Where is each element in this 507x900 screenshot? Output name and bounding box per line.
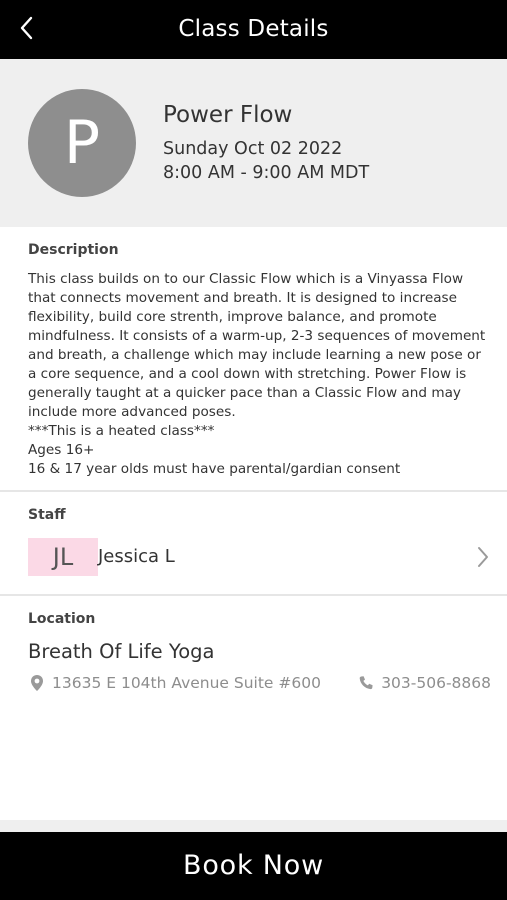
page-title: Class Details bbox=[178, 16, 329, 42]
class-avatar: P bbox=[28, 89, 136, 197]
phone-text: 303-506-8868 bbox=[381, 674, 491, 692]
staff-label: Staff bbox=[28, 507, 66, 523]
divider bbox=[0, 594, 507, 596]
class-date: Sunday Oct 02 2022 bbox=[163, 139, 343, 159]
chevron-right-icon bbox=[478, 547, 488, 567]
class-time: 8:00 AM - 9:00 AM MDT bbox=[163, 163, 370, 183]
staff-avatar: JL bbox=[28, 538, 98, 576]
staff-name: Jessica L bbox=[98, 546, 175, 567]
location-label: Location bbox=[28, 611, 96, 627]
description-label: Description bbox=[28, 242, 119, 258]
phone-link[interactable]: 303-506-8868 bbox=[357, 674, 491, 692]
class-header: P Power Flow Sunday Oct 02 2022 8:00 AM … bbox=[0, 59, 507, 227]
location-name: Breath Of Life Yoga bbox=[28, 640, 215, 663]
top-bar: Class Details bbox=[0, 0, 507, 59]
map-pin-icon bbox=[28, 674, 46, 692]
divider bbox=[0, 490, 507, 492]
bottom-spacer bbox=[0, 820, 507, 832]
phone-icon bbox=[357, 674, 375, 692]
description-text: This class builds on to our Classic Flow… bbox=[28, 271, 486, 477]
address-link[interactable]: 13635 E 104th Avenue Suite #600 bbox=[28, 674, 321, 692]
address-text: 13635 E 104th Avenue Suite #600 bbox=[52, 674, 321, 692]
staff-row[interactable]: JL Jessica L bbox=[0, 532, 507, 584]
class-details-screen: Class Details P Power Flow Sunday Oct 02… bbox=[0, 0, 507, 900]
book-now-button[interactable]: Book Now bbox=[0, 832, 507, 900]
class-name: Power Flow bbox=[163, 102, 293, 128]
